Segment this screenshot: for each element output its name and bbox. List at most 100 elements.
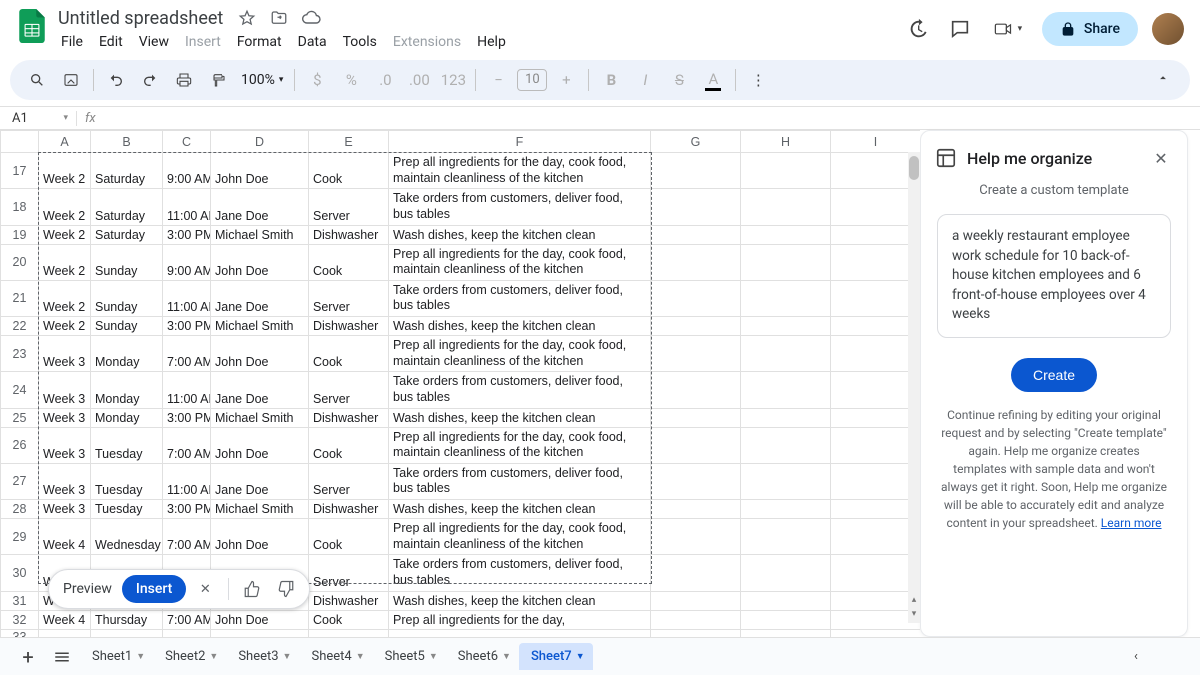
- cell[interactable]: [831, 280, 921, 316]
- thumbs-up-icon[interactable]: [237, 574, 267, 604]
- cell[interactable]: Server: [309, 189, 389, 225]
- cell[interactable]: 7:00 AM: [163, 519, 211, 555]
- cell[interactable]: [741, 519, 831, 555]
- tab-sheet5[interactable]: Sheet5▼: [373, 643, 446, 670]
- cell[interactable]: 3:00 PM: [163, 225, 211, 244]
- cell[interactable]: Dishwasher: [309, 408, 389, 427]
- vertical-scrollbar[interactable]: ▴▾: [908, 152, 920, 623]
- row-header[interactable]: 26: [1, 427, 39, 463]
- cell[interactable]: Take orders from customers, deliver food…: [389, 372, 651, 408]
- cell[interactable]: Week 2: [39, 153, 91, 189]
- cell[interactable]: Week 2: [39, 225, 91, 244]
- zoom-select[interactable]: 100%▾: [237, 72, 287, 88]
- cell[interactable]: [651, 280, 741, 316]
- cell[interactable]: Take orders from customers, deliver food…: [389, 280, 651, 316]
- cell[interactable]: Wash dishes, keep the kitchen clean: [389, 591, 651, 610]
- cell[interactable]: Dishwasher: [309, 500, 389, 519]
- cell[interactable]: [831, 591, 921, 610]
- sheets-logo[interactable]: [12, 6, 52, 46]
- cell[interactable]: John Doe: [211, 244, 309, 280]
- more-formats-icon[interactable]: 123: [438, 65, 468, 95]
- cell[interactable]: Week 4: [39, 610, 91, 629]
- cell[interactable]: [831, 317, 921, 336]
- comments-icon[interactable]: [946, 15, 974, 43]
- cell[interactable]: [741, 372, 831, 408]
- menu-file[interactable]: File: [54, 30, 90, 54]
- menu-help[interactable]: Help: [470, 30, 513, 54]
- cell[interactable]: [651, 317, 741, 336]
- fontsize-dec-icon[interactable]: −: [483, 65, 513, 95]
- insert-button[interactable]: Insert: [122, 575, 186, 603]
- scroll-tabs-left-icon[interactable]: ‹: [1120, 641, 1152, 673]
- tab-sheet3[interactable]: Sheet3▼: [226, 643, 299, 670]
- cell[interactable]: [651, 372, 741, 408]
- more-tools-icon[interactable]: ⋮: [743, 65, 773, 95]
- cell[interactable]: [163, 629, 211, 637]
- dec-increase-icon[interactable]: .00: [404, 65, 434, 95]
- cell[interactable]: [831, 225, 921, 244]
- cell[interactable]: Server: [309, 280, 389, 316]
- cell[interactable]: [651, 336, 741, 372]
- cell[interactable]: [831, 372, 921, 408]
- cell[interactable]: [831, 463, 921, 499]
- cell[interactable]: Monday: [91, 372, 163, 408]
- star-icon[interactable]: [235, 6, 259, 30]
- create-button[interactable]: Create: [1011, 358, 1097, 392]
- cell[interactable]: Wash dishes, keep the kitchen clean: [389, 500, 651, 519]
- cell[interactable]: [831, 610, 921, 629]
- name-box[interactable]: A1▾: [0, 111, 76, 126]
- learn-more-link[interactable]: Learn more: [1101, 516, 1162, 530]
- tab-sheet1[interactable]: Sheet1▼: [80, 643, 153, 670]
- share-button[interactable]: Share: [1042, 12, 1138, 46]
- cell[interactable]: Dishwasher: [309, 591, 389, 610]
- cloud-saved-icon[interactable]: [299, 6, 323, 30]
- cell[interactable]: Sunday: [91, 317, 163, 336]
- row-header[interactable]: 29: [1, 519, 39, 555]
- cell[interactable]: Server: [309, 463, 389, 499]
- cell[interactable]: Dishwasher: [309, 317, 389, 336]
- cell[interactable]: Wash dishes, keep the kitchen clean: [389, 317, 651, 336]
- cell[interactable]: Take orders from customers, deliver food…: [389, 189, 651, 225]
- textcolor-icon[interactable]: A: [698, 65, 728, 95]
- cell[interactable]: [741, 153, 831, 189]
- cell[interactable]: Michael Smith: [211, 317, 309, 336]
- cell[interactable]: 3:00 PM: [163, 317, 211, 336]
- cell[interactable]: Take orders from customers, deliver food…: [389, 463, 651, 499]
- row-header[interactable]: 23: [1, 336, 39, 372]
- all-sheets-icon[interactable]: [46, 641, 78, 673]
- meet-icon[interactable]: ▾: [988, 15, 1028, 43]
- cell[interactable]: John Doe: [211, 610, 309, 629]
- print-icon[interactable]: [169, 65, 199, 95]
- cell[interactable]: Week 2: [39, 317, 91, 336]
- cell[interactable]: Week 3: [39, 500, 91, 519]
- sheet-dropdown-icon[interactable]: [56, 65, 86, 95]
- cell[interactable]: [91, 629, 163, 637]
- cell[interactable]: Wash dishes, keep the kitchen clean: [389, 225, 651, 244]
- cell[interactable]: [741, 280, 831, 316]
- cell[interactable]: Prep all ingredients for the day,: [389, 610, 651, 629]
- strike-icon[interactable]: S: [664, 65, 694, 95]
- row-header[interactable]: 24: [1, 372, 39, 408]
- cell[interactable]: 11:00 AM: [163, 463, 211, 499]
- col-header-B[interactable]: B: [91, 131, 163, 153]
- cell[interactable]: [651, 189, 741, 225]
- row-header[interactable]: 33: [1, 629, 39, 637]
- cell[interactable]: [741, 427, 831, 463]
- percent-icon[interactable]: %: [336, 65, 366, 95]
- cell[interactable]: [831, 427, 921, 463]
- row-header[interactable]: 32: [1, 610, 39, 629]
- cell[interactable]: Tuesday: [91, 427, 163, 463]
- cell[interactable]: Week 2: [39, 189, 91, 225]
- row-header[interactable]: 18: [1, 189, 39, 225]
- menu-edit[interactable]: Edit: [92, 30, 130, 54]
- cell[interactable]: [741, 610, 831, 629]
- cell[interactable]: 3:00 PM: [163, 500, 211, 519]
- cell[interactable]: [831, 500, 921, 519]
- row-header[interactable]: 19: [1, 225, 39, 244]
- cell[interactable]: [651, 427, 741, 463]
- cell[interactable]: [651, 629, 741, 637]
- cell[interactable]: [651, 408, 741, 427]
- cell[interactable]: Tuesday: [91, 500, 163, 519]
- cell[interactable]: [651, 519, 741, 555]
- cell[interactable]: Prep all ingredients for the day, cook f…: [389, 244, 651, 280]
